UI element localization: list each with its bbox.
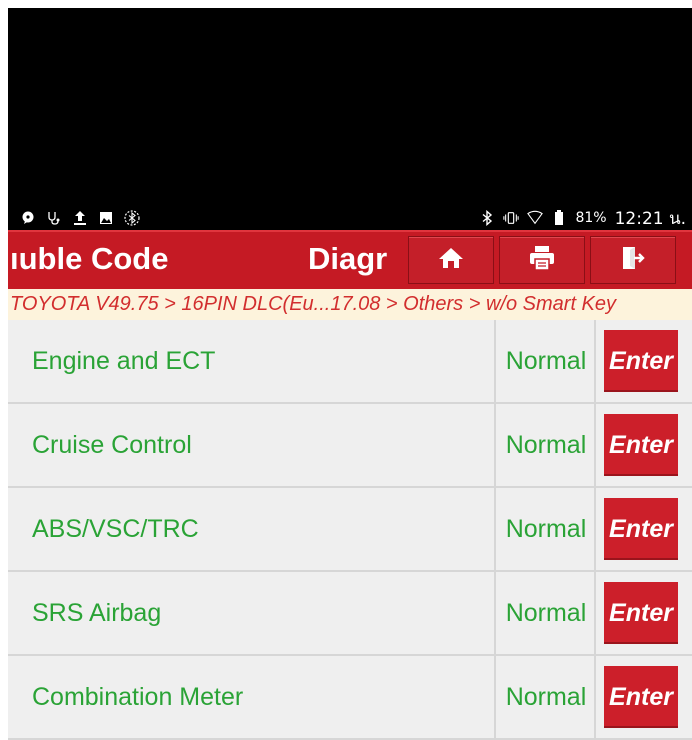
exit-button[interactable]	[590, 236, 676, 284]
printer-icon	[528, 245, 556, 276]
bluetooth-icon	[479, 210, 495, 226]
system-status: Normal	[505, 683, 587, 711]
enter-button-abs[interactable]: Enter	[604, 498, 678, 560]
column-divider	[594, 320, 596, 402]
breadcrumb: TOYOTA V49.75 > 16PIN DLC(Eu...17.08 > O…	[8, 289, 692, 320]
system-list: Engine and ECT Normal Enter Cruise Contr…	[8, 320, 692, 740]
system-name: ABS/VSC/TRC	[32, 515, 199, 543]
column-divider	[494, 656, 496, 738]
system-name: Combination Meter	[32, 683, 244, 711]
enter-button-srs[interactable]: Enter	[604, 582, 678, 644]
table-row: ABS/VSC/TRC Normal Enter	[8, 488, 692, 572]
column-divider	[594, 404, 596, 486]
wifi-icon	[527, 210, 544, 226]
home-icon	[438, 246, 464, 275]
system-name: SRS Airbag	[32, 599, 162, 627]
clock: 12:21 น.	[614, 208, 686, 229]
upload-icon	[72, 210, 88, 226]
system-status: Normal	[505, 599, 587, 627]
column-divider	[494, 404, 496, 486]
column-divider	[594, 488, 596, 570]
title-bar: ıuble Code Diagr	[8, 230, 692, 289]
table-row: Engine and ECT Normal Enter	[8, 320, 692, 404]
column-divider	[594, 656, 596, 738]
page-title: ıuble Code	[10, 241, 169, 276]
status-bar: 81% 12:21 น.	[8, 206, 692, 230]
battery-icon	[551, 210, 567, 226]
column-divider	[494, 572, 496, 654]
enter-button-meter[interactable]: Enter	[604, 666, 678, 728]
chat-bubble-icon	[20, 210, 36, 226]
status-icons-left	[20, 210, 140, 226]
exit-icon	[620, 245, 646, 276]
print-button[interactable]	[499, 236, 585, 284]
column-divider	[594, 572, 596, 654]
vibrate-icon	[503, 210, 520, 226]
blank-screen-area	[8, 8, 692, 206]
system-name: Cruise Control	[32, 431, 192, 459]
bluetooth-circle-icon	[124, 210, 140, 226]
system-status: Normal	[505, 515, 587, 543]
home-button[interactable]	[408, 236, 494, 284]
stethoscope-icon	[46, 210, 62, 226]
column-divider	[494, 488, 496, 570]
enter-button-cruise[interactable]: Enter	[604, 414, 678, 476]
system-status: Normal	[505, 347, 587, 375]
table-row: SRS Airbag Normal Enter	[8, 572, 692, 656]
system-name: Engine and ECT	[32, 347, 216, 375]
table-row: Combination Meter Normal Enter	[8, 656, 692, 740]
section-title: Diagr	[308, 241, 388, 276]
system-status: Normal	[505, 431, 587, 459]
status-icons-right: 81% 12:21 น.	[479, 205, 686, 232]
enter-button-engine[interactable]: Enter	[604, 330, 678, 392]
battery-percent: 81%	[575, 210, 607, 226]
table-row: Cruise Control Normal Enter	[8, 404, 692, 488]
column-divider	[494, 320, 496, 402]
image-icon	[98, 210, 114, 226]
